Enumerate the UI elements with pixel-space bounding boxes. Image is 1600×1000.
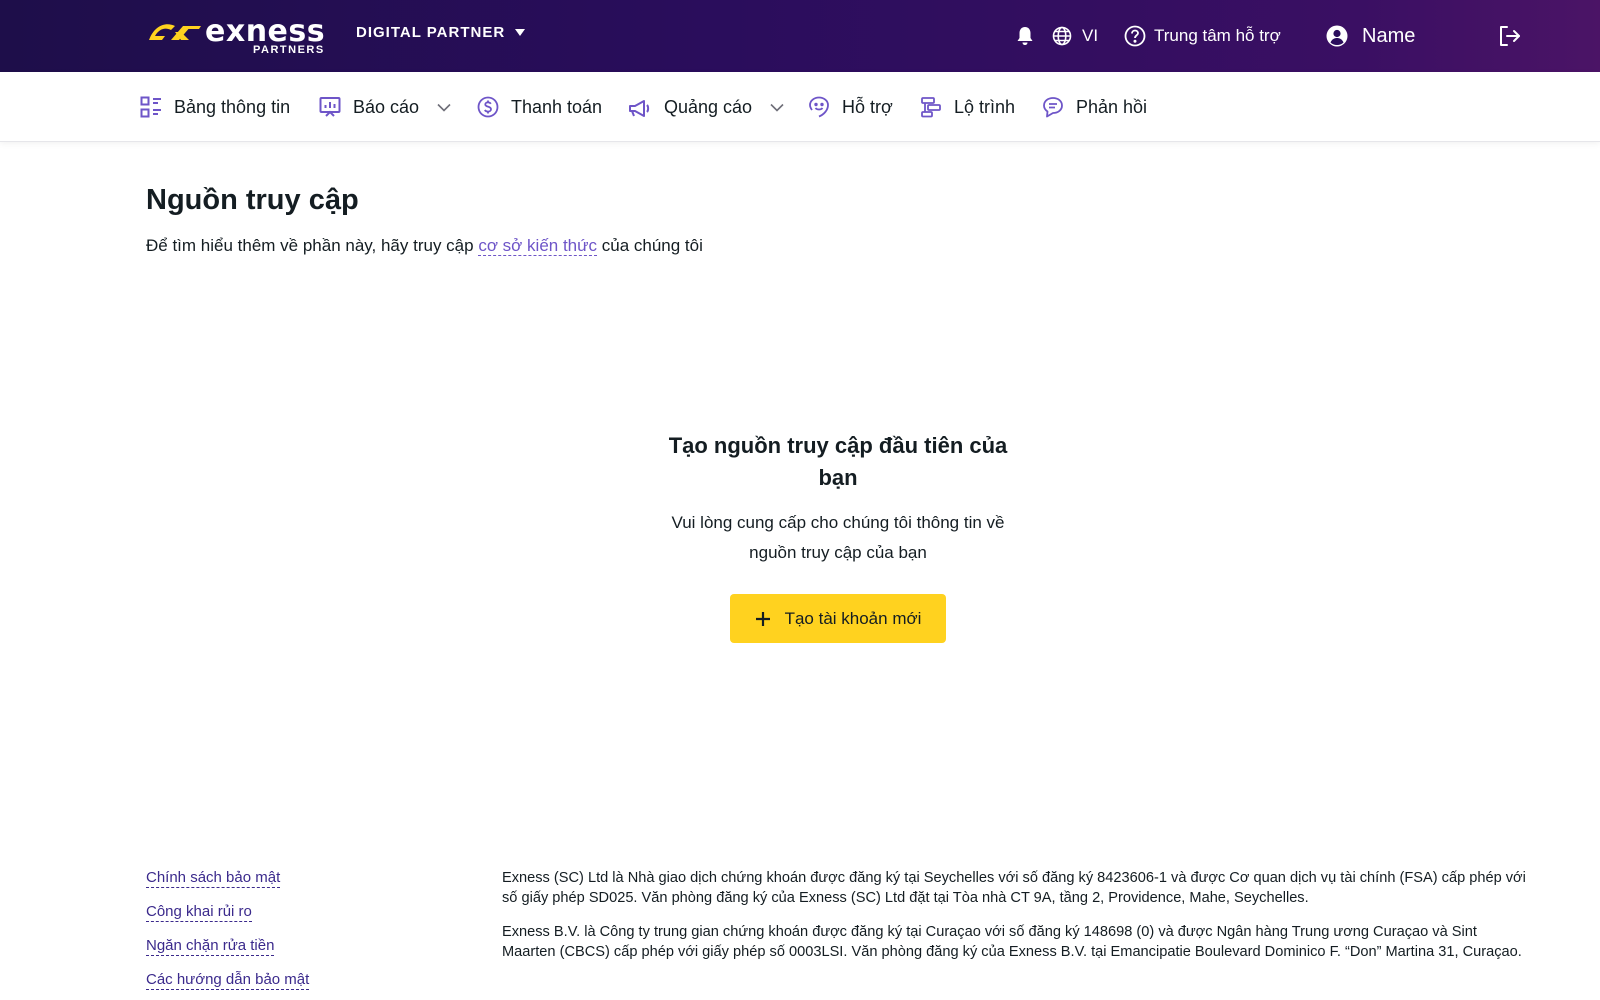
privacy-policy-link[interactable]: Chính sách bảo mật bbox=[146, 868, 281, 888]
nav-label-dashboard: Bảng thông tin bbox=[174, 96, 291, 117]
partner-type-dropdown[interactable]: DIGITAL PARTNER bbox=[356, 24, 526, 41]
nav-label-payments: Thanh toán bbox=[511, 96, 603, 117]
main-navigation: Bảng thông tin Báo cáo Thanh toán Quảng … bbox=[0, 72, 1600, 142]
nav-item-reports[interactable]: Báo cáo bbox=[319, 72, 451, 142]
question-circle-icon bbox=[1124, 25, 1146, 47]
empty-state-description: Vui lòng cung cấp cho chúng tôi thông ti… bbox=[671, 513, 1005, 562]
nav-item-roadmap[interactable]: Lộ trình bbox=[920, 72, 1015, 142]
feedback-icon bbox=[1043, 97, 1063, 118]
aml-link[interactable]: Ngăn chặn rửa tiền bbox=[146, 936, 275, 956]
logout-icon bbox=[1500, 26, 1520, 46]
logo-subtitle: PARTNERS bbox=[253, 44, 325, 56]
intro-text: Để tìm hiểu thêm về phần này, hãy truy c… bbox=[146, 236, 703, 256]
empty-state-title: Tạo nguồn truy cập đầu tiên của bạn bbox=[668, 433, 1008, 490]
create-new-account-button[interactable]: Tạo tài khoản mới bbox=[730, 594, 946, 643]
nav-item-promo[interactable]: Quảng cáo bbox=[628, 72, 784, 142]
language-selector[interactable]: VI bbox=[1052, 0, 1098, 72]
nav-item-payments[interactable]: Thanh toán bbox=[477, 72, 602, 142]
nav-label-promo: Quảng cáo bbox=[664, 96, 753, 117]
chevron-down-icon bbox=[437, 103, 451, 112]
partner-type-label: DIGITAL PARTNER bbox=[356, 24, 506, 41]
nav-item-dashboard[interactable]: Bảng thông tin bbox=[140, 72, 290, 142]
nav-label-feedback: Phản hồi bbox=[1076, 96, 1148, 117]
nav-item-feedback[interactable]: Phản hồi bbox=[1042, 72, 1147, 142]
nav-label-support: Hỗ trợ bbox=[842, 96, 893, 117]
support-face-icon bbox=[809, 96, 829, 118]
notifications-button[interactable] bbox=[1016, 0, 1034, 72]
legal-paragraph-sc: Exness (SC) Ltd là Nhà giao dịch chứng k… bbox=[502, 870, 1526, 906]
user-avatar-icon bbox=[1326, 25, 1348, 47]
footer-links: Chính sách bảo mật Công khai rủi ro Ngăn… bbox=[146, 868, 310, 990]
create-new-account-label: Tạo tài khoản mới bbox=[784, 608, 922, 628]
caret-down-icon bbox=[515, 29, 526, 36]
intro-text-before: Để tìm hiểu thêm về phần này, hãy truy c… bbox=[146, 236, 479, 255]
nav-label-reports: Báo cáo bbox=[353, 96, 420, 117]
footer-legal-text: Exness (SC) Ltd là Nhà giao dịch chứng k… bbox=[502, 868, 1532, 976]
bell-icon bbox=[1017, 27, 1033, 45]
chevron-down-icon bbox=[770, 103, 784, 112]
help-center-link[interactable]: Trung tâm hỗ trợ bbox=[1124, 0, 1281, 72]
user-menu[interactable]: Name bbox=[1326, 0, 1415, 72]
nav-label-roadmap: Lộ trình bbox=[954, 96, 1016, 117]
dollar-icon bbox=[477, 96, 499, 118]
dashboard-icon bbox=[140, 96, 161, 118]
security-guidelines-link[interactable]: Các hướng dẫn bảo mật bbox=[146, 970, 310, 990]
help-center-label: Trung tâm hỗ trợ bbox=[1154, 26, 1281, 45]
roadmap-icon bbox=[921, 97, 941, 118]
legal-paragraph-bv: Exness B.V. là Công ty trung gian chứng … bbox=[502, 924, 1522, 960]
reports-icon bbox=[319, 97, 341, 117]
globe-icon bbox=[1052, 26, 1072, 46]
nav-item-support[interactable]: Hỗ trợ bbox=[808, 72, 893, 142]
knowledge-base-link[interactable]: cơ sở kiến thức bbox=[478, 236, 598, 256]
plus-icon bbox=[755, 611, 770, 626]
top-header: exness PARTNERS DIGITAL PARTNER VI Trung… bbox=[0, 0, 1600, 72]
megaphone-icon bbox=[629, 100, 650, 117]
exness-partners-logo[interactable]: exness PARTNERS bbox=[145, 14, 325, 58]
exness-logo-mark-icon bbox=[149, 24, 201, 40]
page-title: Nguồn truy cập bbox=[146, 184, 359, 216]
user-name: Name bbox=[1362, 24, 1416, 47]
risk-disclosure-link[interactable]: Công khai rủi ro bbox=[146, 902, 252, 922]
logout-button[interactable] bbox=[1498, 0, 1522, 72]
language-code: VI bbox=[1082, 26, 1099, 45]
empty-state: Tạo nguồn truy cập đầu tiên của bạn Vui … bbox=[638, 430, 1038, 568]
intro-text-after: của chúng tôi bbox=[597, 236, 703, 255]
